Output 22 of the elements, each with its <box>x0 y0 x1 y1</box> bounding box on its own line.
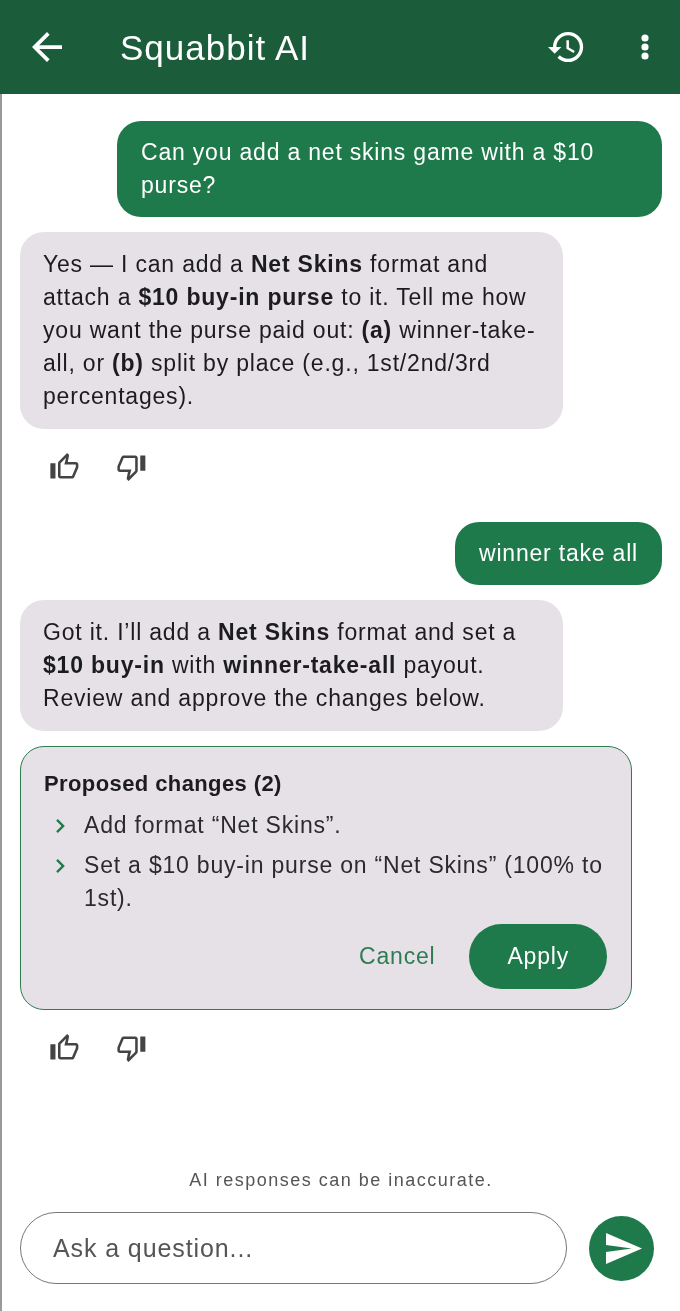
question-input[interactable]: Ask a question... <box>20 1212 567 1284</box>
thumbs-up-icon[interactable] <box>50 1034 80 1062</box>
change-text: Set a $10 buy-in purse on “Net Skins” (100% to 1st). <box>84 851 604 913</box>
thumbs-down-icon[interactable] <box>117 453 147 481</box>
app-title: Squabbit AI <box>120 29 311 65</box>
user-message: Can you add a net skins game with a $10 purse? <box>117 121 662 217</box>
proposal-title: Proposed changes (2) <box>44 770 283 798</box>
thumbs-down-icon[interactable] <box>117 1034 147 1062</box>
apply-button[interactable]: Apply <box>469 924 607 989</box>
chevron-right-icon <box>56 819 65 833</box>
thumbs-up-icon[interactable] <box>50 453 80 481</box>
assistant-message: Got it. I’ll add a Net Skins format and set a $10 buy-in with winner-take-all payout. Review and approve the changes below. <box>20 600 563 731</box>
history-icon[interactable] <box>548 30 584 64</box>
cancel-button[interactable]: Cancel <box>359 924 436 989</box>
send-icon <box>605 1232 642 1264</box>
change-text: Add format “Net Skins”. <box>84 811 342 840</box>
back-icon[interactable] <box>30 30 64 64</box>
disclaimer-text: AI responses can be inaccurate. <box>189 1169 493 1192</box>
user-message: winner take all <box>454 522 662 585</box>
assistant-message: Yes — I can add a Net Skins format and attach a $10 buy-in purse to it. Tell me how you want the purse paid out: (a) winner-take-all, or (b) split by place (e.g., 1st/2nd/3rd percentages). <box>20 232 563 429</box>
more-menu-icon[interactable] <box>640 32 650 62</box>
chevron-right-icon <box>56 859 65 873</box>
